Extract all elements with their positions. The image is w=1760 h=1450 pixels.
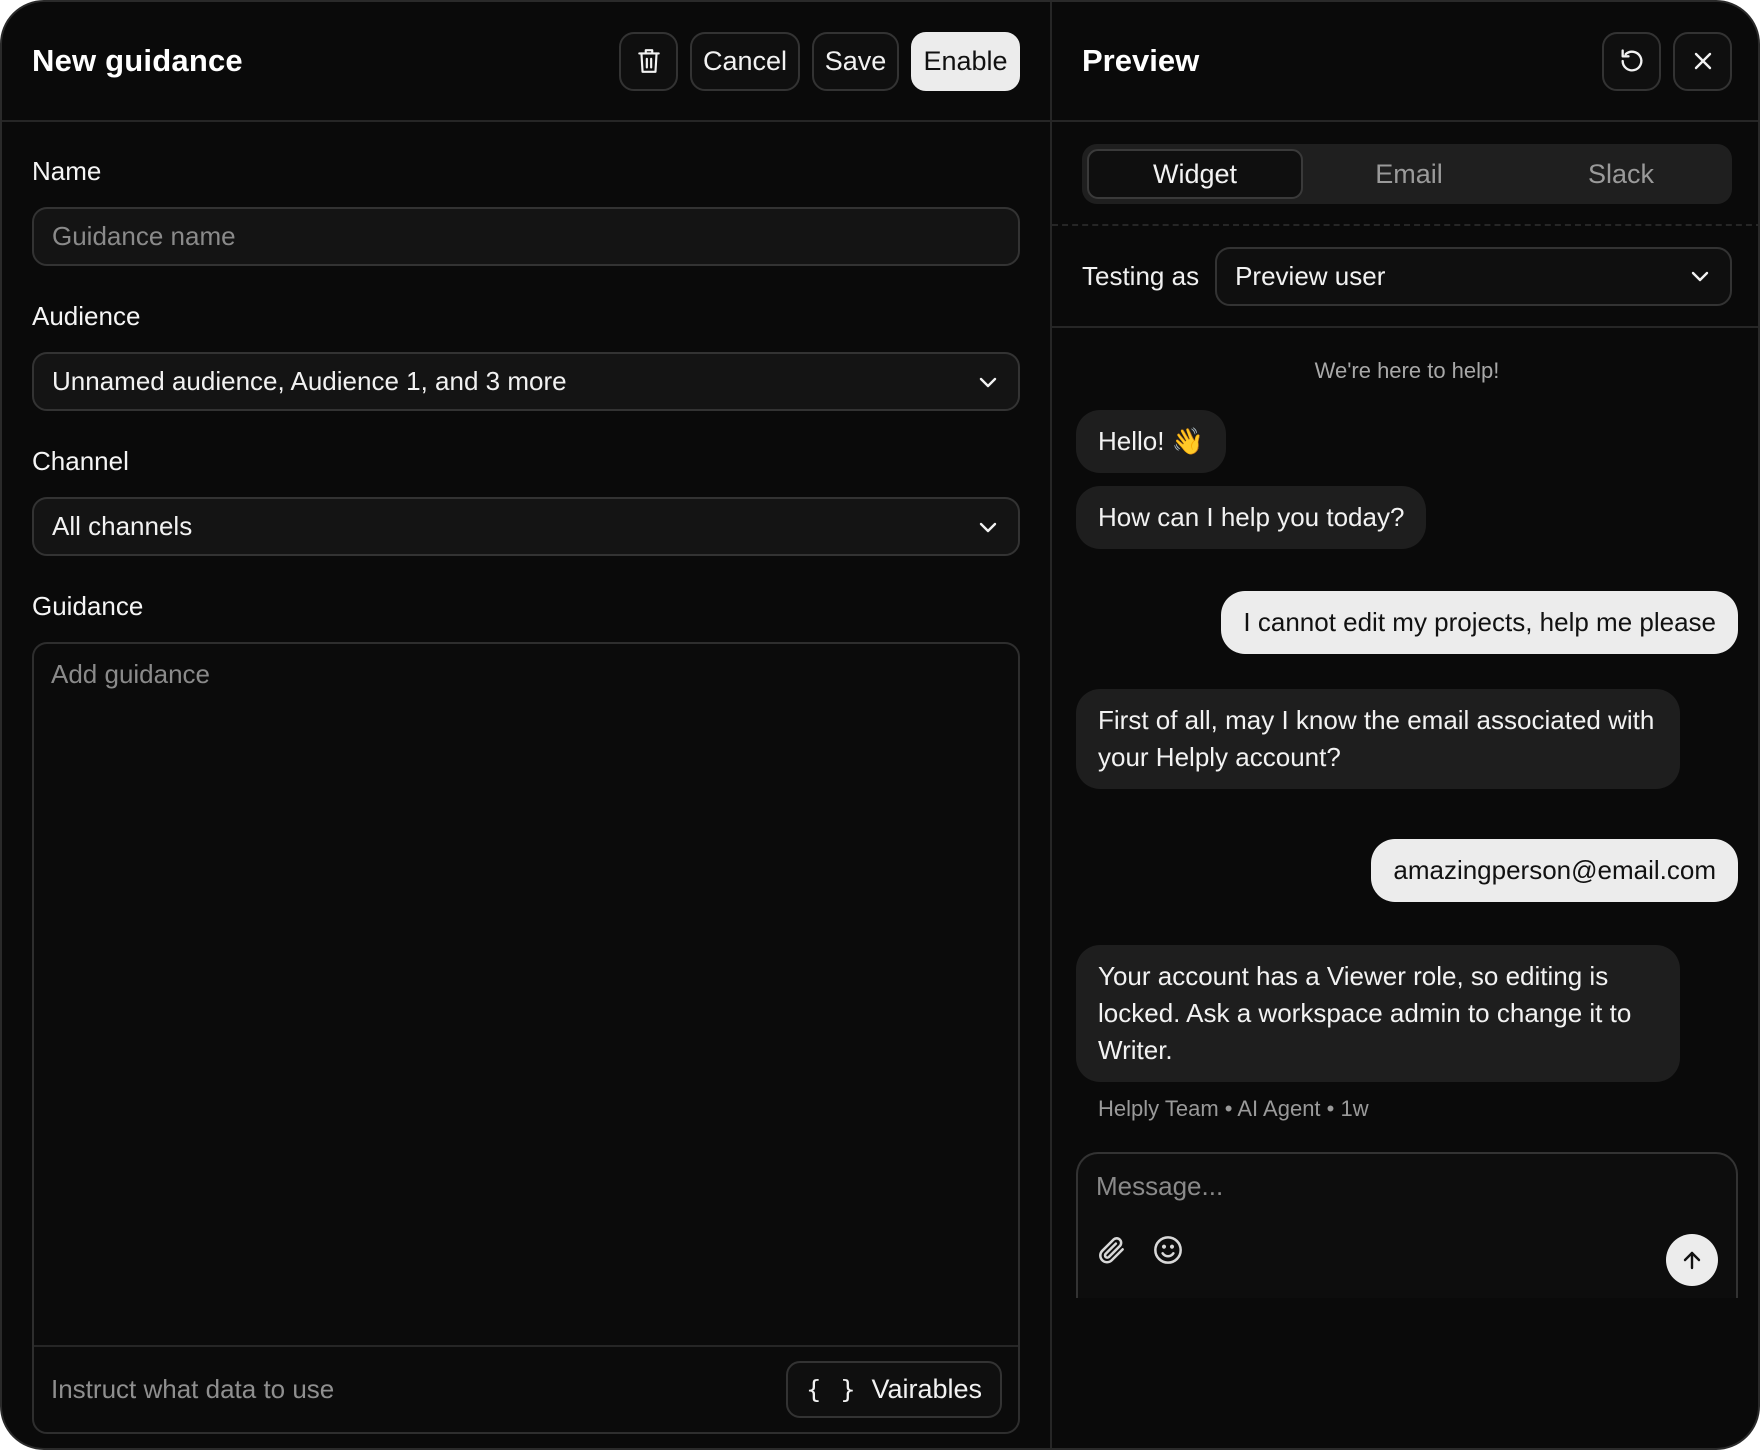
- testing-as-label: Testing as: [1082, 260, 1200, 291]
- delete-button[interactable]: [619, 31, 678, 91]
- guidance-editor-window: New guidance Cancel Save Enable Name Gui…: [0, 0, 1760, 1450]
- chat-transcript: We're here to help! Hello! 👋 How can I h…: [1052, 328, 1758, 1298]
- channel-tabs: Widget Email Slack: [1082, 144, 1732, 204]
- guidance-label: Guidance: [32, 591, 144, 621]
- tab-slack[interactable]: Slack: [1515, 149, 1727, 199]
- send-button[interactable]: [1666, 1234, 1718, 1286]
- name-input[interactable]: Guidance name: [32, 207, 1020, 266]
- audience-label: Audience: [32, 301, 141, 331]
- reset-button[interactable]: [1602, 31, 1661, 91]
- user-message: I cannot edit my projects, help me pleas…: [1221, 591, 1738, 654]
- editor-panel: New guidance Cancel Save Enable Name Gui…: [2, 2, 1050, 1448]
- channel-select[interactable]: All channels: [32, 497, 1020, 556]
- name-label: Name: [32, 156, 102, 186]
- preview-panel: Preview Widget Email Slack Testing as Pr…: [1050, 2, 1758, 1448]
- bot-message: Hello! 👋: [1076, 410, 1227, 473]
- message-meta: Helply Team • AI Agent • 1w: [1098, 1096, 1369, 1121]
- audience-value: Unnamed audience, Audience 1, and 3 more: [52, 366, 567, 396]
- preview-header: Preview: [1052, 2, 1758, 122]
- variables-label: Vairables: [871, 1374, 982, 1404]
- message-composer[interactable]: Message...: [1076, 1152, 1738, 1298]
- close-icon: [1694, 52, 1711, 70]
- guidance-footer: Instruct what data to use { } Vairables: [34, 1345, 1018, 1432]
- guidance-editor[interactable]: Add guidance Instruct what data to use {…: [32, 642, 1020, 1434]
- audience-select[interactable]: Unnamed audience, Audience 1, and 3 more: [32, 352, 1020, 411]
- tab-email[interactable]: Email: [1303, 149, 1515, 199]
- chevron-down-icon: [979, 522, 997, 532]
- guidance-hint: Instruct what data to use: [51, 1374, 335, 1404]
- bot-message: First of all, may I know the email assoc…: [1076, 689, 1680, 789]
- testing-as-row: Testing as Preview user: [1052, 226, 1758, 328]
- refresh-icon: [1621, 49, 1642, 72]
- guidance-form: Name Guidance name Audience Unnamed audi…: [2, 156, 1050, 1434]
- bot-message: Your account has a Viewer role, so editi…: [1076, 945, 1680, 1082]
- braces-icon: { }: [806, 1375, 858, 1404]
- chevron-down-icon: [1691, 271, 1709, 282]
- send-arrow-icon: [1683, 1251, 1701, 1270]
- preview-user-value: Preview user: [1235, 260, 1386, 291]
- chevron-down-icon: [979, 377, 997, 387]
- channel-label: Channel: [32, 446, 129, 476]
- preview-title: Preview: [1082, 43, 1200, 78]
- variables-button[interactable]: { } Vairables: [786, 1361, 1002, 1418]
- trash-icon: [637, 49, 660, 73]
- message-placeholder: Message...: [1096, 1171, 1224, 1201]
- user-message: amazingperson@email.com: [1371, 839, 1738, 902]
- channel-tabs-area: Widget Email Slack: [1052, 122, 1758, 226]
- chat-intro: We're here to help!: [1314, 358, 1500, 383]
- name-placeholder: Guidance name: [52, 221, 236, 251]
- smiley-icon[interactable]: [1152, 1234, 1184, 1266]
- paperclip-icon[interactable]: [1096, 1234, 1128, 1266]
- channel-value: All channels: [52, 511, 193, 541]
- tab-widget[interactable]: Widget: [1087, 149, 1303, 199]
- close-button[interactable]: [1673, 31, 1732, 91]
- page-title: New guidance: [32, 43, 243, 78]
- editor-header: New guidance Cancel Save Enable: [2, 2, 1050, 122]
- cancel-button[interactable]: Cancel: [690, 31, 800, 91]
- preview-user-select[interactable]: Preview user: [1215, 246, 1732, 306]
- save-button[interactable]: Save: [812, 31, 899, 91]
- enable-button[interactable]: Enable: [911, 31, 1020, 91]
- guidance-placeholder: Add guidance: [51, 659, 211, 689]
- bot-message: How can I help you today?: [1076, 486, 1427, 549]
